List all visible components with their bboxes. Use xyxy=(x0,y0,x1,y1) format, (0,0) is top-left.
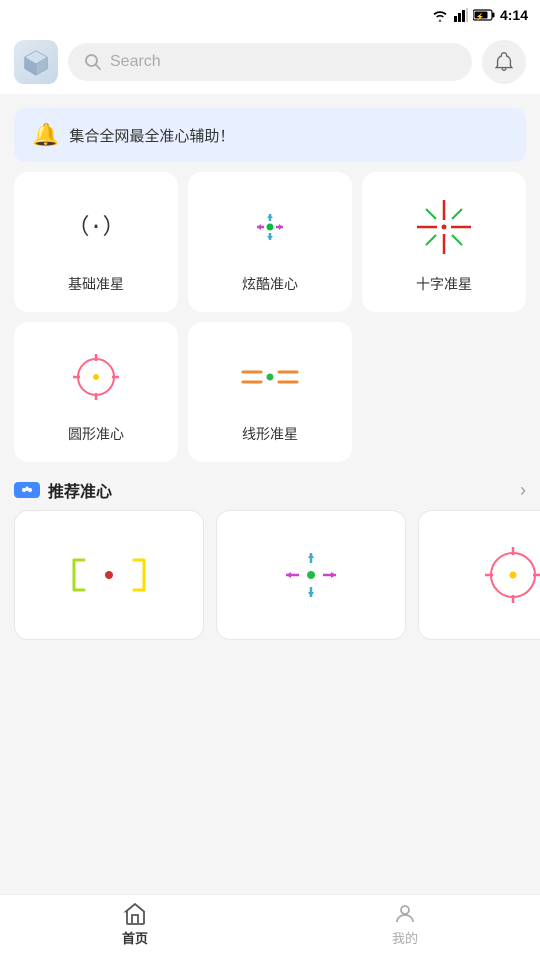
fancy-crosshair-icon xyxy=(235,192,305,262)
circle-crosshair-icon xyxy=(61,342,131,412)
recommended-icon xyxy=(14,480,40,500)
nav-home[interactable]: 首页 xyxy=(0,902,270,953)
category-basic[interactable]: （·） 基础准星 xyxy=(14,172,178,312)
nav-mine-label: 我的 xyxy=(392,928,418,947)
basic-label: 基础准星 xyxy=(68,274,124,294)
svg-text:⚡: ⚡ xyxy=(475,12,484,21)
status-icons: ⚡ 4:14 xyxy=(431,7,528,23)
recommended-scroll xyxy=(0,510,540,654)
signal-icon xyxy=(454,8,468,22)
profile-icon xyxy=(393,902,417,926)
logo xyxy=(14,40,58,84)
line-crosshair-icon xyxy=(235,342,305,412)
banner: 🔔 集合全网最全准心辅助！ xyxy=(14,108,526,162)
category-cross[interactable]: 十字准星 xyxy=(362,172,526,312)
header: Search xyxy=(0,30,540,94)
clock: 4:14 xyxy=(500,7,528,23)
home-icon xyxy=(123,902,147,926)
status-bar: ⚡ 4:14 xyxy=(0,0,540,30)
cross-crosshair-icon xyxy=(409,192,479,262)
svg-text:（·）: （·） xyxy=(67,215,124,240)
category-line[interactable]: 线形准星 xyxy=(188,322,352,462)
notification-button[interactable] xyxy=(482,40,526,84)
basic-crosshair-icon: （·） xyxy=(61,192,131,262)
logo-cube-icon xyxy=(22,48,50,76)
cross-label: 十字准星 xyxy=(416,274,472,294)
banner-icon: 🔔 xyxy=(32,122,59,148)
rec-card-3[interactable] xyxy=(418,510,540,640)
recommended-title-text: 推荐准心 xyxy=(48,478,112,502)
search-placeholder: Search xyxy=(110,53,161,71)
category-grid: （·） 基础准星 xyxy=(14,172,526,462)
wifi-icon xyxy=(431,8,449,22)
rec-card-1[interactable] xyxy=(14,510,204,640)
circle-label: 圆形准心 xyxy=(68,424,124,444)
rec-card-2[interactable] xyxy=(216,510,406,640)
nav-home-label: 首页 xyxy=(122,928,148,947)
search-bar[interactable]: Search xyxy=(68,43,472,81)
battery-icon: ⚡ xyxy=(473,9,495,21)
search-icon xyxy=(84,53,102,71)
bottom-nav: 首页 我的 xyxy=(0,894,540,960)
banner-text: 集合全网最全准心辅助！ xyxy=(69,125,234,146)
fancy-label: 炫酷准心 xyxy=(242,274,298,294)
recommended-title: 推荐准心 xyxy=(14,478,112,502)
category-fancy[interactable]: 炫酷准心 xyxy=(188,172,352,312)
category-circle[interactable]: 圆形准心 xyxy=(14,322,178,462)
line-label: 线形准星 xyxy=(242,424,298,444)
recommended-header: 推荐准心 › xyxy=(0,462,540,510)
bell-icon xyxy=(493,51,515,73)
nav-mine[interactable]: 我的 xyxy=(270,902,540,953)
see-more-button[interactable]: › xyxy=(520,480,526,501)
